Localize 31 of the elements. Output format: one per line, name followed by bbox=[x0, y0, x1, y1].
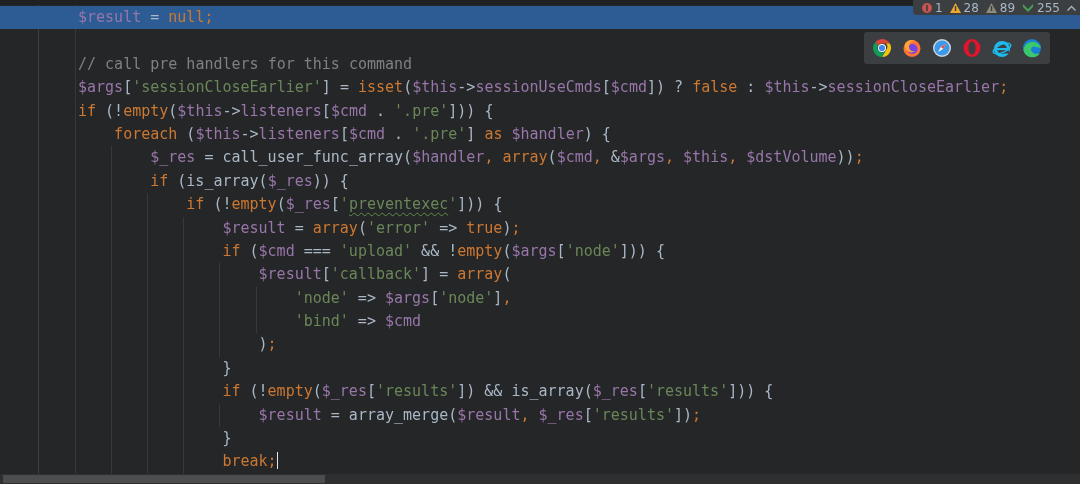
inspection-count[interactable]: 89 bbox=[999, 0, 1016, 15]
code-line: ); bbox=[258, 335, 277, 354]
code-line: if ($cmd === 'upload' && !empty($args['node'])) { bbox=[222, 241, 665, 260]
swirl-icon[interactable] bbox=[1022, 38, 1042, 58]
inspection-count[interactable]: 1 bbox=[934, 0, 943, 15]
code-line: } bbox=[222, 358, 232, 377]
inspection-count[interactable]: 255 bbox=[1037, 0, 1060, 15]
chevron-up-icon[interactable] bbox=[1067, 4, 1076, 11]
code-line: if (is_array($_res)) { bbox=[150, 171, 349, 190]
code-line: 'bind' => $cmd bbox=[294, 312, 422, 331]
code-line: $result = array('error' => true); bbox=[222, 218, 521, 237]
horizontal-scrollbar[interactable] bbox=[3, 475, 325, 483]
compass-icon[interactable] bbox=[932, 38, 952, 58]
code-line: $result['callback'] = array( bbox=[258, 265, 512, 284]
orbit-icon[interactable] bbox=[992, 38, 1012, 58]
code-line: } bbox=[222, 429, 232, 448]
inspection-count[interactable]: 28 bbox=[963, 0, 979, 15]
code-line: $args['sessionCloseEarlier'] = isset($this->sessionUseCmds[$cmd]) ? false : $this->sessionCloseEarlier; bbox=[78, 78, 1009, 97]
code-line: foreach ($this->listeners[$cmd . '.pre'] as $handler) { bbox=[114, 124, 611, 143]
code-line: if (!empty($this->listeners[$cmd . '.pre'])) { bbox=[78, 101, 494, 120]
ring-icon[interactable] bbox=[872, 38, 892, 58]
code-line: $_res = call_user_func_array($handler, array($cmd, &$args, $this, $dstVolume)); bbox=[150, 148, 864, 167]
code-line: // call pre handlers for this command bbox=[78, 54, 413, 73]
code-line: if (!empty($_res['preventexec'])) { bbox=[186, 195, 503, 214]
code-line: break; bbox=[222, 452, 277, 471]
typo-icon bbox=[1022, 2, 1035, 13]
code-line: 'node' => $args['node'], bbox=[294, 288, 512, 307]
code-line: $result = null; bbox=[78, 8, 214, 26]
code-line: $result = array_merge($result, $_res['results']); bbox=[258, 405, 702, 424]
code-line: if (!empty($_res['results']) && is_array($_res['results'])) { bbox=[222, 382, 774, 401]
flame-icon[interactable] bbox=[902, 38, 922, 58]
